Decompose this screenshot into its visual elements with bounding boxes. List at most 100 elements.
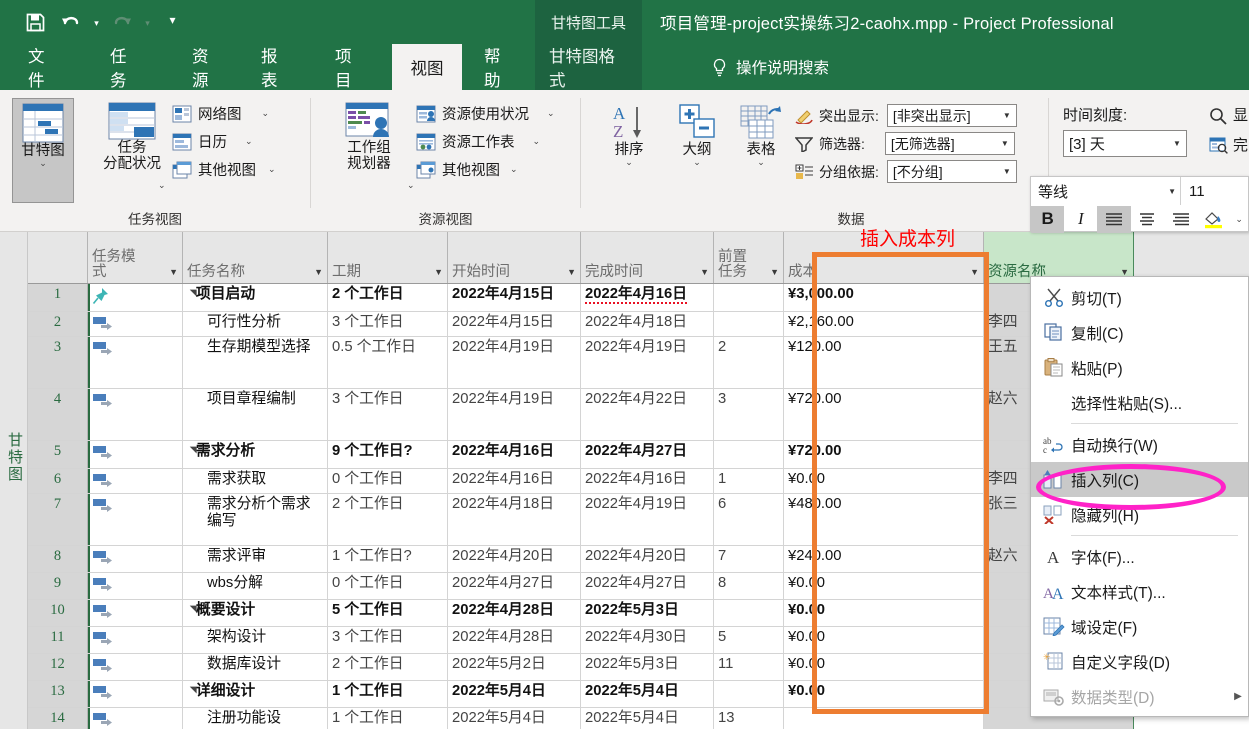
redo-icon[interactable] [105, 8, 139, 36]
cell-cost[interactable]: ¥0.00 [784, 600, 984, 626]
team-planner-button[interactable]: 工作组 规划器 [325, 102, 413, 172]
cell-cost[interactable]: ¥120.00 [784, 337, 984, 388]
cell-finish-date[interactable]: 2022年4月16日 [581, 284, 714, 311]
font-name-caret[interactable]: ▼ [1168, 187, 1176, 196]
column-header-pred[interactable]: 前置 任务 ▼ [714, 232, 784, 283]
row-number[interactable]: 12 [28, 654, 88, 680]
filter-combo-caret[interactable]: ▼ [998, 139, 1012, 148]
row-number[interactable]: 5 [28, 441, 88, 468]
cell-task-name[interactable]: ◢ 需求分析 [183, 441, 328, 468]
cell-task-name[interactable]: 需求分析个需求编写 [183, 494, 328, 545]
cell-predecessors[interactable]: 8 [714, 573, 784, 599]
collapse-toggle-icon[interactable]: ◢ [183, 606, 197, 613]
cell-cost[interactable]: ¥720.00 [784, 441, 984, 468]
cell-finish-date[interactable]: 2022年5月4日 [581, 681, 714, 707]
column-header-dropdown-pred[interactable]: ▼ [770, 267, 779, 283]
cell-start-date[interactable]: 2022年4月16日 [448, 441, 581, 468]
cell-duration[interactable]: 1 个工作日? [328, 546, 448, 572]
tell-me-search[interactable]: 操作说明搜索 [712, 44, 829, 90]
cell-predecessors[interactable]: 5 [714, 627, 784, 653]
cell-task-name[interactable]: 项目章程编制 [183, 389, 328, 440]
undo-dropdown-caret[interactable]: ▾ [90, 8, 103, 36]
bold-button[interactable]: B [1031, 205, 1065, 233]
cell-duration[interactable]: 5 个工作日 [328, 600, 448, 626]
cell-task-name[interactable]: 需求获取 [183, 469, 328, 493]
menu-item-custom-field[interactable]: ✳ 自定义字段(D) [1031, 644, 1248, 679]
cell-task-mode[interactable] [88, 654, 183, 680]
tables-caret[interactable]: ⌄ [757, 158, 765, 167]
column-header-end[interactable]: 完成时间 ▼ [581, 232, 714, 283]
timescale-combo-caret[interactable]: ▼ [1170, 139, 1184, 148]
cell-task-mode[interactable] [88, 546, 183, 572]
calendar-button[interactable]: 日历 ⌄ [172, 131, 253, 152]
groupby-combo[interactable]: [不分组] ▼ [886, 160, 1017, 183]
cell-predecessors[interactable]: 6 [714, 494, 784, 545]
collapse-toggle-icon[interactable]: ◢ [183, 447, 197, 454]
task-usage-button[interactable]: 任务 分配状况 [84, 102, 180, 172]
cell-finish-date[interactable]: 2022年5月3日 [581, 654, 714, 680]
menu-item-font[interactable]: A 字体(F)... [1031, 539, 1248, 574]
cell-task-mode[interactable] [88, 337, 183, 388]
customize-quick-access-icon[interactable]: ▾ [166, 8, 179, 36]
cell-finish-date[interactable]: 2022年4月16日 [581, 469, 714, 493]
row-number[interactable]: 10 [28, 600, 88, 626]
cell-cost[interactable]: ¥240.00 [784, 546, 984, 572]
cell-task-name[interactable]: 数据库设计 [183, 654, 328, 680]
cell-duration[interactable]: 9 个工作日? [328, 441, 448, 468]
align-left-button[interactable] [1097, 205, 1131, 233]
redo-dropdown-caret[interactable]: ▾ [141, 8, 154, 36]
cell-finish-date[interactable]: 2022年4月27日 [581, 573, 714, 599]
cell-finish-date[interactable]: 2022年4月19日 [581, 337, 714, 388]
menu-item-hide-column[interactable]: 隐藏列(H) [1031, 497, 1248, 532]
cell-duration[interactable]: 0.5 个工作日 [328, 337, 448, 388]
column-header-dropdown-start[interactable]: ▼ [567, 267, 576, 283]
cell-predecessors[interactable]: 2 [714, 337, 784, 388]
highlight-combo-caret[interactable]: ▼ [1000, 111, 1014, 120]
cell-start-date[interactable]: 2022年4月20日 [448, 546, 581, 572]
other-views-resource-button[interactable]: 其他视图 ⌄ [416, 159, 518, 180]
font-name-combo[interactable]: 等线 ▼ [1031, 177, 1181, 205]
column-header-dropdown-end[interactable]: ▼ [700, 267, 709, 283]
menu-item-text-style[interactable]: A A 文本样式(T)... [1031, 574, 1248, 609]
cell-predecessors[interactable]: 11 [714, 654, 784, 680]
other-views-task-caret[interactable]: ⌄ [268, 165, 276, 174]
italic-button[interactable]: I [1064, 206, 1097, 233]
cell-cost[interactable]: ¥720.00 [784, 389, 984, 440]
column-header-dropdown-name[interactable]: ▼ [314, 267, 323, 283]
column-header-mode[interactable]: 任务模 式 ▼ [88, 232, 183, 283]
cell-duration[interactable]: 2 个工作日 [328, 284, 448, 311]
cell-cost[interactable]: ¥480.00 [784, 494, 984, 545]
row-number[interactable]: 4 [28, 389, 88, 440]
cell-task-name[interactable]: ◢ 详细设计 [183, 681, 328, 707]
cell-cost[interactable]: ¥0.00 [784, 573, 984, 599]
menu-item-field-settings[interactable]: 域设定(F) [1031, 609, 1248, 644]
row-number[interactable]: 8 [28, 546, 88, 572]
entire-project-button[interactable]: 完 [1209, 134, 1248, 155]
cell-start-date[interactable]: 2022年4月28日 [448, 600, 581, 626]
tab-report[interactable]: 报表 [247, 44, 307, 90]
cell-task-mode[interactable] [88, 494, 183, 545]
cell-start-date[interactable]: 2022年5月4日 [448, 708, 581, 729]
cell-cost[interactable]: ¥0.00 [784, 469, 984, 493]
calendar-caret[interactable]: ⌄ [245, 137, 253, 146]
tab-project[interactable]: 项目 [321, 44, 381, 90]
column-header-dur[interactable]: 工期 ▼ [328, 232, 448, 283]
outline-caret[interactable]: ⌄ [693, 158, 701, 167]
cell-duration[interactable]: 2 个工作日 [328, 654, 448, 680]
align-center-button[interactable] [1131, 206, 1164, 233]
cell-finish-date[interactable]: 2022年4月20日 [581, 546, 714, 572]
row-number[interactable]: 1 [28, 284, 88, 311]
font-size-combo[interactable]: 11 [1181, 177, 1248, 205]
cell-task-mode[interactable] [88, 681, 183, 707]
other-views-resource-caret[interactable]: ⌄ [510, 165, 518, 174]
cell-finish-date[interactable]: 2022年4月27日 [581, 441, 714, 468]
cell-task-name[interactable]: wbs分解 [183, 573, 328, 599]
cell-predecessors[interactable] [714, 441, 784, 468]
cell-task-name[interactable]: ◢ 项目启动 [183, 284, 328, 311]
cell-start-date[interactable]: 2022年5月4日 [448, 681, 581, 707]
tab-task[interactable]: 任务 [96, 44, 156, 90]
cell-start-date[interactable]: 2022年4月28日 [448, 627, 581, 653]
cell-start-date[interactable]: 2022年4月16日 [448, 469, 581, 493]
cell-task-name[interactable]: 注册功能设 [183, 708, 328, 729]
cell-predecessors[interactable]: 1 [714, 469, 784, 493]
